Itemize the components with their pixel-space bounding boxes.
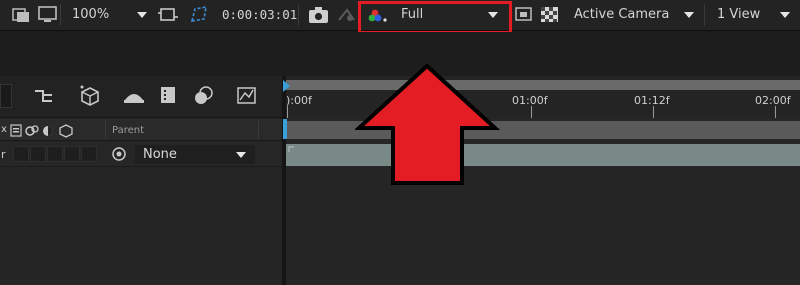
monitor-icon[interactable] (38, 6, 58, 24)
show-snapshot-icon[interactable] (337, 6, 357, 24)
ruler-major-tick (653, 106, 654, 118)
switch-cell[interactable] (81, 146, 97, 162)
transparency-grid-icon[interactable] (540, 6, 560, 24)
zoom-level[interactable]: 100% (72, 7, 109, 22)
toolbar-separator (704, 4, 705, 26)
frame-blending-icon[interactable] (158, 84, 180, 106)
ruler-label: 01:00f (512, 94, 548, 107)
ruler-start-label: ):00f (286, 94, 312, 107)
ruler-label: 01:12f (634, 94, 670, 107)
mask-path-icon[interactable] (188, 4, 210, 26)
toolbar-separator (60, 4, 61, 26)
switch-cell[interactable] (47, 146, 63, 162)
left-column-stub: x (1, 124, 7, 135)
graph-editor-icon[interactable] (236, 85, 258, 105)
switch-cell[interactable] (13, 146, 29, 162)
region-of-interest-icon[interactable] (12, 7, 30, 23)
ruler-major-tick (287, 106, 288, 118)
toolbar-separator (298, 4, 299, 26)
composition-flowchart-icon[interactable] (33, 86, 57, 106)
switch-cell[interactable] (64, 146, 80, 162)
view-layout-dropdown-arrow-icon[interactable] (780, 12, 790, 18)
fit-frame-icon[interactable] (158, 5, 178, 25)
up-arrow-annotation-icon (355, 63, 500, 185)
layer-in-point-marker (288, 146, 294, 152)
zoom-dropdown-arrow-icon[interactable] (137, 12, 147, 18)
current-time-display[interactable]: 0:00:03:01 (222, 7, 297, 22)
camera-view-label[interactable]: Active Camera (574, 7, 669, 22)
layer-search-input[interactable] (0, 84, 12, 108)
parent-dropdown-arrow-icon[interactable] (236, 152, 246, 158)
ruler-major-tick (531, 106, 532, 118)
column-divider (105, 121, 106, 139)
shy-layers-icon[interactable] (122, 86, 146, 106)
resolution-dropdown[interactable] (358, 1, 512, 34)
fast-previews-icon[interactable] (515, 6, 533, 24)
current-time-indicator[interactable] (283, 119, 287, 139)
motion-blur-icon[interactable] (192, 84, 216, 106)
pick-whip-icon[interactable] (111, 146, 127, 162)
navigator-start-handle-icon[interactable] (281, 79, 291, 93)
layer-name-stub: r (1, 148, 6, 161)
switch-cell[interactable] (30, 146, 46, 162)
view-layout-label[interactable]: 1 View (717, 7, 760, 22)
column-divider (258, 121, 259, 139)
ruler-major-tick (775, 106, 776, 118)
camera-snapshot-icon[interactable] (308, 6, 330, 24)
parent-column-header: Parent (112, 125, 145, 136)
parent-dropdown-value[interactable]: None (143, 147, 177, 162)
camera-dropdown-arrow-icon[interactable] (684, 12, 694, 18)
ruler-label: 02:00f (755, 94, 791, 107)
switches-header-icons (10, 124, 73, 138)
draft-3d-icon[interactable] (78, 84, 102, 106)
